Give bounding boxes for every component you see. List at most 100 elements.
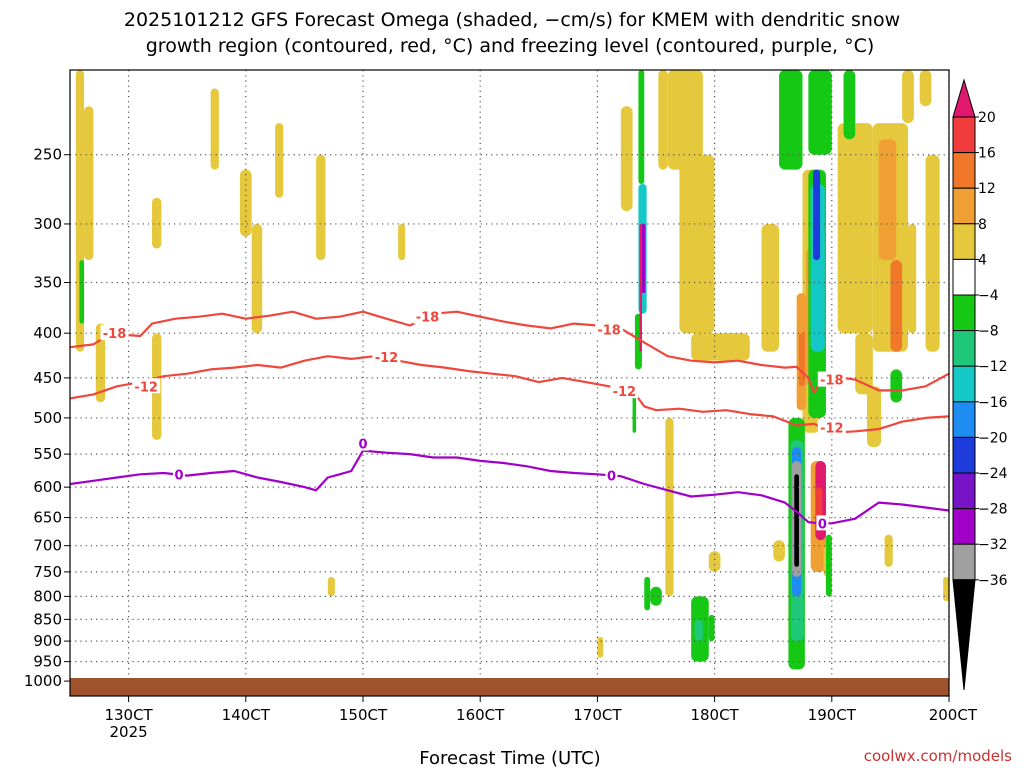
y-tick-label-15: 1000: [24, 672, 62, 690]
omega-region-37: [943, 576, 949, 602]
omega-region-65: [815, 487, 823, 518]
omega-region-47: [843, 70, 856, 140]
x-tick-label-0: 130CT: [104, 706, 153, 724]
omega-region-41: [638, 70, 645, 184]
contour-label-11: 0: [818, 517, 827, 532]
colorbar-label-4: 4: [978, 252, 987, 268]
contour-label-6: -12: [613, 385, 637, 400]
ground-surface: [70, 678, 949, 696]
omega-region-21: [761, 223, 780, 352]
x-axis-title: Forecast Time (UTC): [419, 748, 600, 768]
contour-label-5: -12: [375, 351, 399, 366]
y-tick-label-4: 450: [33, 369, 62, 387]
omega-region-36: [925, 154, 940, 352]
contour-label-1: -18: [416, 311, 440, 326]
contour-label-4: -12: [134, 380, 158, 395]
contour-label-3: -18: [820, 374, 844, 389]
credit-text: coolwx.com/models: [864, 747, 1012, 765]
omega-region-27: [855, 333, 873, 395]
x-axis-year-label: 2025: [110, 723, 148, 741]
omega-region-30: [890, 260, 903, 352]
contour-label-8: 0: [174, 468, 183, 483]
omega-region-5: [210, 88, 219, 170]
omega-region-63: [794, 474, 799, 567]
colorbar-box-9: [952, 436, 976, 474]
omega-region-43: [650, 586, 662, 606]
y-tick-label-5: 500: [33, 409, 62, 427]
colorbar-label-7: −12: [978, 359, 1008, 375]
omega-region-54: [694, 619, 703, 642]
colorbar-box-1: [952, 152, 976, 189]
x-tick-label-6: 190CT: [808, 706, 857, 724]
y-tick-label-12: 850: [33, 610, 62, 628]
colorbar-label-8: −16: [978, 395, 1008, 411]
contour-label-7: -12: [820, 422, 844, 437]
y-tick-label-11: 800: [33, 587, 62, 605]
omega-region-16: [665, 417, 674, 597]
colorbar-bottom-arrow: [952, 579, 976, 691]
y-tick-label-14: 950: [33, 653, 62, 671]
colorbar-label-2: 12: [978, 181, 996, 197]
y-tick-label-8: 650: [33, 509, 62, 527]
y-axis: 250 300 350 400 450 500 550 600 650 700 750 800 850 9…: [24, 146, 70, 690]
omega-region-8: [275, 123, 284, 198]
omega-region-44: [644, 576, 651, 611]
omega-region-13: [597, 636, 604, 658]
omega-region-34: [902, 70, 914, 124]
colorbar-box-6: [952, 330, 976, 367]
omega-region-46: [808, 70, 832, 155]
omega-region-9: [316, 154, 326, 261]
omega-region-33: [884, 534, 893, 567]
y-tick-label-9: 700: [33, 537, 62, 555]
colorbar-box-12: [952, 543, 976, 581]
omega-region-12: [620, 106, 633, 212]
omega-region-66: [825, 534, 832, 597]
colorbar-top-arrow: [952, 78, 976, 118]
y-tick-label-10: 750: [33, 563, 62, 581]
colorbar-label-3: 8: [978, 217, 987, 233]
colorbar: 20 16 12 8 4 −4 −8 −12 −16 −20 −24 −28 −32 −36: [952, 78, 1008, 691]
colorbar-label-6: −8: [978, 324, 999, 340]
omega-region-20: [773, 540, 785, 562]
chart-title-line-1: 2025101212 GFS Forecast Omega (shaded, −…: [124, 9, 900, 31]
omega-region-1: [84, 106, 94, 261]
x-tick-label-2: 150CT: [339, 706, 388, 724]
colorbar-box-5: [952, 294, 976, 332]
omega-region-52: [639, 223, 642, 352]
colorbar-label-5: −4: [978, 288, 999, 304]
contour-label-9: 0: [358, 438, 367, 453]
omega-region-40: [79, 260, 85, 324]
omega-cross-section-chart: 2025101212 GFS Forecast Omega (shaded, −…: [24, 9, 1012, 768]
y-tick-label-7: 600: [33, 478, 62, 496]
omega-region-29: [878, 139, 897, 261]
x-axis: 130CT 140CT 150CT 160CT 170CT 180CT 190CT 200CT: [104, 696, 978, 724]
colorbar-label-9: −20: [978, 430, 1008, 446]
colorbar-box-11: [952, 508, 976, 545]
contour-label-0: -18: [103, 327, 127, 342]
chart-title-line-2: growth region (contoured, red, °C) and f…: [146, 35, 875, 57]
omega-region-4: [152, 197, 162, 249]
omega-region-10: [398, 223, 406, 261]
x-tick-label-7: 200CT: [929, 706, 978, 724]
colorbar-label-10: −24: [978, 466, 1008, 482]
omega-region-17: [679, 154, 715, 334]
x-tick-label-4: 170CT: [573, 706, 622, 724]
y-tick-label-6: 550: [33, 445, 62, 463]
x-tick-label-5: 180CT: [690, 706, 739, 724]
y-tick-label-0: 250: [33, 146, 62, 164]
colorbar-label-13: −36: [978, 573, 1008, 589]
x-tick-label-3: 160CT: [456, 706, 505, 724]
colorbar-box-2: [952, 187, 976, 225]
omega-region-11: [327, 576, 335, 597]
omega-region-32: [866, 386, 882, 448]
colorbar-box-0: [952, 116, 976, 154]
colorbar-label-12: −32: [978, 537, 1008, 553]
colorbar-box-7: [952, 365, 976, 403]
omega-region-31: [907, 223, 917, 334]
colorbar-box-3: [952, 223, 976, 260]
colorbar-label-0: 20: [978, 110, 996, 126]
y-tick-label-1: 300: [33, 215, 62, 233]
contour-label-2: -18: [597, 323, 621, 338]
colorbar-label-11: −28: [978, 502, 1008, 518]
colorbar-box-8: [952, 401, 976, 438]
